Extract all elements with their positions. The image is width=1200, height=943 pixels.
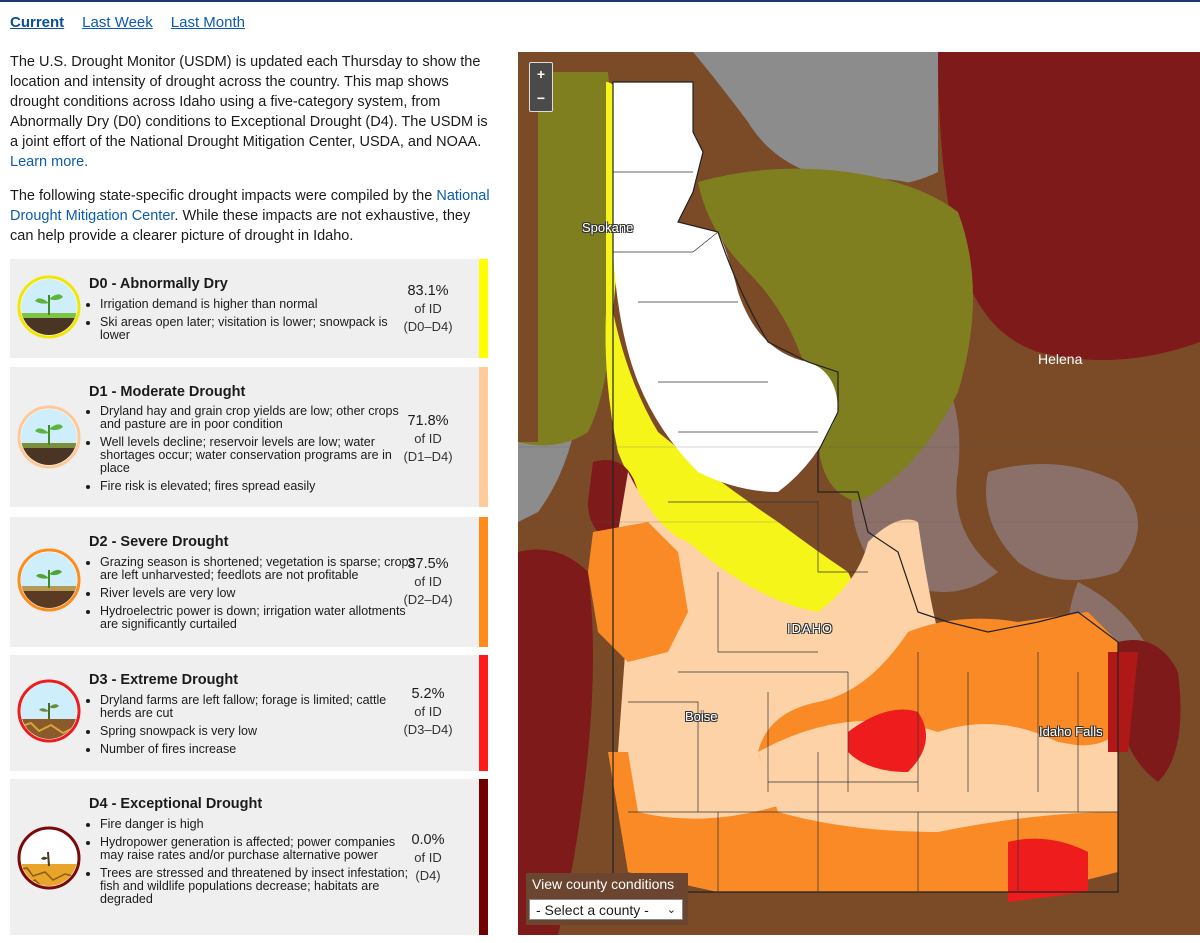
impact-list: Fire danger is high Hydropower generatio…: [89, 818, 418, 911]
sprout-dry-icon: [17, 405, 81, 469]
area-percent: 71.8%: [407, 413, 449, 429]
intro-text: The U.S. Drought Monitor (USDM) is updat…: [10, 52, 495, 260]
category-title: D4 - Exceptional Drought: [89, 796, 263, 812]
cracked-soil-icon: [17, 679, 81, 743]
intro-paragraph-impacts: The following state-specific drought imp…: [10, 188, 490, 244]
impact-item: Hydropower generation is affected; power…: [100, 836, 418, 862]
area-stat: 71.8% of ID (D1–D4): [388, 412, 468, 466]
category-color-bar: [479, 655, 488, 771]
impact-list: Dryland hay and grain crop yields are lo…: [89, 405, 418, 498]
impact-list: Dryland farms are left fallow; forage is…: [89, 694, 418, 761]
category-title: D0 - Abnormally Dry: [89, 276, 228, 292]
category-color-bar: [479, 259, 488, 358]
category-title: D2 - Severe Drought: [89, 534, 229, 550]
impact-item: Hydroelectric power is down; irrigation …: [100, 605, 418, 631]
drought-map-canvas[interactable]: [518, 52, 1200, 935]
area-percent: 5.2%: [411, 686, 445, 702]
category-card-d1: D1 - Moderate Drought Dryland hay and gr…: [10, 367, 488, 507]
impact-item: Number of fires increase: [100, 743, 418, 756]
area-stat: 5.2% of ID (D3–D4): [388, 685, 468, 739]
impact-item: Grazing season is shortened; vegetation …: [100, 556, 418, 582]
impact-item: Fire risk is elevated; fires spread easi…: [100, 480, 418, 493]
impact-item: River levels are very low: [100, 587, 418, 600]
county-selector-panel: View county conditions - Select a county…: [526, 873, 688, 925]
top-border: [0, 0, 1200, 2]
zoom-out-button[interactable]: −: [530, 87, 552, 111]
tab-current[interactable]: Current: [10, 14, 64, 31]
intro-paragraph-usdm: The U.S. Drought Monitor (USDM) is updat…: [10, 54, 488, 170]
sprout-severe-icon: [17, 548, 81, 612]
time-tabs: Current Last Week Last Month: [10, 14, 245, 31]
area-stat: 0.0% of ID (D4): [388, 831, 468, 885]
city-label-idaho-falls: Idaho Falls: [1039, 724, 1103, 739]
area-percent: 0.0%: [411, 832, 445, 848]
impact-list: Irrigation demand is higher than normal …: [89, 298, 418, 347]
county-select[interactable]: - Select a county - ⌄: [529, 899, 683, 920]
chevron-down-icon: ⌄: [666, 904, 676, 916]
impact-item: Spring snowpack is very low: [100, 725, 418, 738]
tab-last-month[interactable]: Last Month: [171, 14, 245, 31]
area-stat: 83.1% of ID (D0–D4): [388, 282, 468, 336]
category-card-d4: D4 - Exceptional Drought Fire danger is …: [10, 779, 488, 935]
city-label-spokane: Spokane: [582, 220, 634, 235]
category-title: D1 - Moderate Drought: [89, 384, 246, 400]
county-selector-label: View county conditions: [532, 876, 675, 892]
impact-list: Grazing season is shortened; vegetation …: [89, 556, 418, 636]
tab-last-week[interactable]: Last Week: [82, 14, 153, 31]
impact-item: Ski areas open later; visitation is lowe…: [100, 316, 418, 342]
impact-item: Trees are stressed and threatened by ins…: [100, 867, 418, 906]
category-card-d2: D2 - Severe Drought Grazing season is sh…: [10, 517, 488, 647]
city-label-boise: Boise: [685, 709, 718, 724]
impact-item: Dryland farms are left fallow; forage is…: [100, 694, 418, 720]
city-label-helena: Helena: [1038, 351, 1083, 367]
zoom-in-button[interactable]: +: [530, 63, 552, 87]
category-color-bar: [479, 367, 488, 507]
category-title: D3 - Extreme Drought: [89, 672, 239, 688]
parched-soil-icon: [17, 826, 81, 890]
drought-map[interactable]: [518, 52, 1200, 935]
area-percent: 83.1%: [407, 283, 449, 299]
area-stat: 37.5% of ID (D2–D4): [388, 555, 468, 609]
impact-item: Fire danger is high: [100, 818, 418, 831]
category-card-d3: D3 - Extreme Drought Dryland farms are l…: [10, 655, 488, 771]
impact-item: Dryland hay and grain crop yields are lo…: [100, 405, 418, 431]
category-card-d0: D0 - Abnormally Dry Irrigation demand is…: [10, 259, 488, 358]
impact-item: Well levels decline; reservoir levels ar…: [100, 436, 418, 475]
impact-item: Irrigation demand is higher than normal: [100, 298, 418, 311]
sprout-healthy-icon: [17, 275, 81, 339]
state-label-idaho: IDAHO: [787, 621, 834, 636]
learn-more-link[interactable]: Learn more.: [10, 154, 88, 170]
category-color-bar: [479, 779, 488, 935]
area-percent: 37.5%: [407, 556, 449, 572]
zoom-control: + −: [529, 62, 553, 112]
category-color-bar: [479, 517, 488, 647]
